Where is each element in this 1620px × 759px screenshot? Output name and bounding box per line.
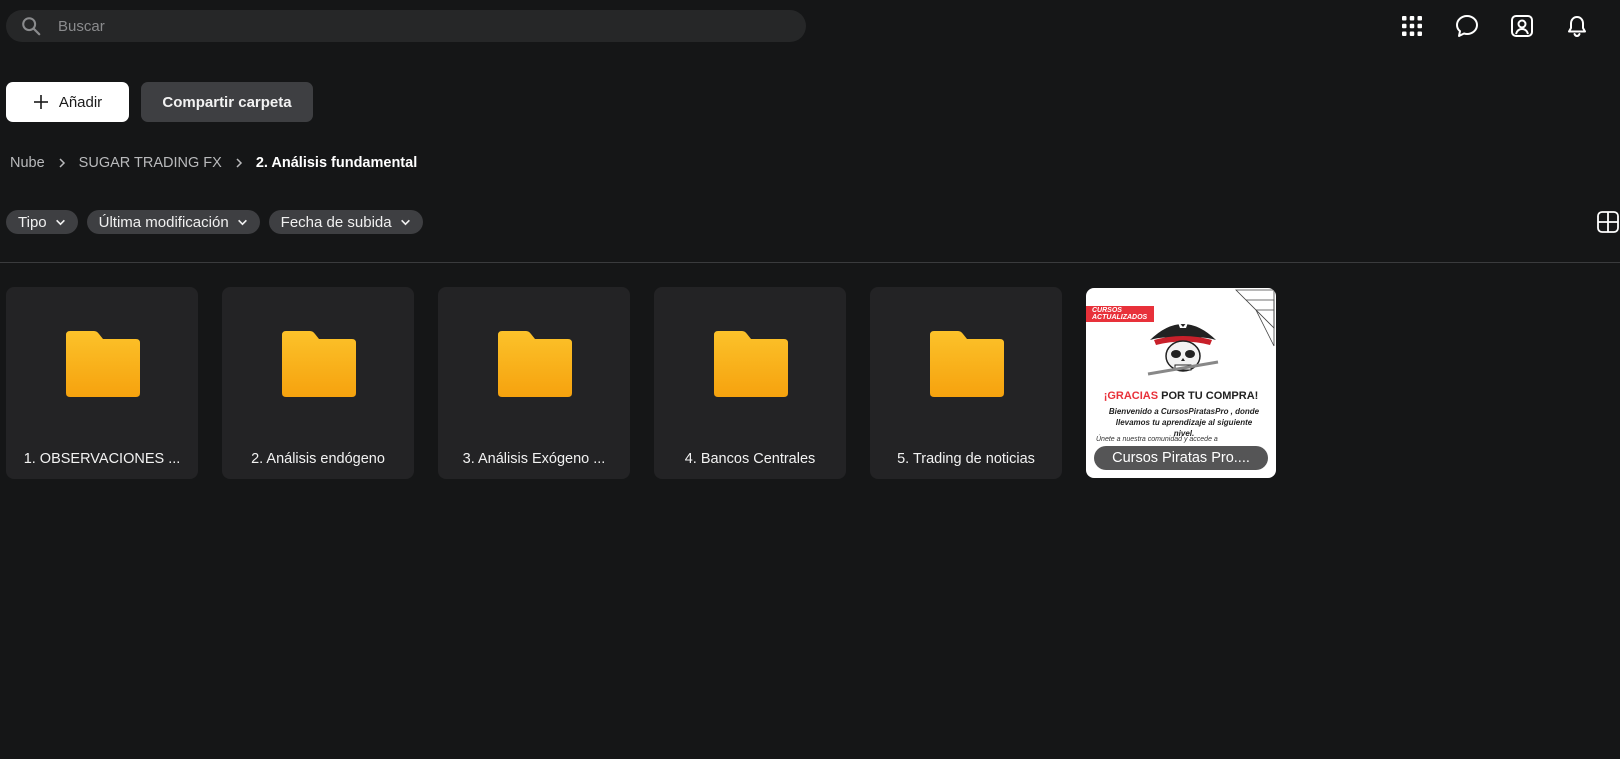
chevron-down-icon (55, 219, 65, 225)
folder-icon (282, 331, 356, 397)
chevron-right-icon (234, 158, 244, 168)
file-grid: 1. OBSERVACIONES ... 2. Análisis endógen… (6, 287, 1276, 479)
account-icon[interactable] (1509, 13, 1535, 39)
folder-card[interactable]: 5. Trading de noticias (870, 287, 1062, 479)
add-button[interactable]: Añadir (6, 82, 129, 122)
folder-icon (714, 331, 788, 397)
divider (0, 262, 1620, 263)
filter-bar: Tipo Última modificación Fecha de subida (6, 210, 423, 234)
thanks-red: ¡GRACIAS (1103, 390, 1159, 402)
folder-icon (498, 331, 572, 397)
chevron-down-icon (400, 219, 410, 225)
filter-type-label: Tipo (18, 213, 47, 231)
filter-type[interactable]: Tipo (6, 210, 78, 234)
bell-icon[interactable] (1564, 13, 1590, 39)
filter-upload-date[interactable]: Fecha de subida (268, 210, 423, 234)
breadcrumb-item-sugar-trading[interactable]: SUGAR TRADING FX (79, 155, 222, 171)
search-input[interactable] (58, 17, 758, 35)
breadcrumb-item-nube[interactable]: Nube (10, 155, 45, 171)
folder-name: 2. Análisis endógeno (251, 451, 385, 467)
pirate-skull-icon (1147, 320, 1219, 376)
search-bar[interactable] (6, 10, 806, 42)
search-icon (22, 17, 41, 36)
folder-card[interactable]: 1. OBSERVACIONES ... (6, 287, 198, 479)
folder-name: 3. Análisis Exógeno ... (462, 451, 606, 467)
chat-icon[interactable] (1454, 13, 1480, 39)
chevron-right-icon (57, 158, 67, 168)
thanks-heading: ¡GRACIAS POR TU COMPRA! (1086, 390, 1276, 402)
folder-icon (66, 331, 140, 397)
filter-upload-date-label: Fecha de subida (280, 213, 392, 231)
image-file-card[interactable]: CURSOS ACTUALIZADOS ¡GRACIAS POR TU COMP… (1086, 288, 1276, 478)
welcome-text: Bienvenido a CursosPiratasPro , donde ll… (1108, 407, 1260, 438)
triangle-decoration (1235, 289, 1275, 347)
folder-name: 1. OBSERVACIONES ... (23, 451, 181, 467)
folder-card[interactable]: 4. Bancos Centrales (654, 287, 846, 479)
add-button-label: Añadir (58, 93, 103, 111)
image-file-name: Cursos Piratas Pro.... (1094, 446, 1268, 470)
thanks-rest: POR TU COMPRA! (1158, 390, 1259, 402)
plus-icon (33, 95, 48, 109)
apps-grid-icon[interactable] (1399, 13, 1425, 39)
folder-card[interactable]: 3. Análisis Exógeno ... (438, 287, 630, 479)
filter-last-modified-label: Última modificación (98, 213, 229, 231)
folder-icon (930, 331, 1004, 397)
filter-last-modified[interactable]: Última modificación (86, 210, 260, 234)
breadcrumb-current: 2. Análisis fundamental (255, 155, 418, 171)
share-folder-label: Compartir carpeta (162, 93, 292, 111)
grid-view-icon[interactable] (1597, 211, 1619, 233)
chevron-down-icon (237, 219, 247, 225)
share-folder-button[interactable]: Compartir carpeta (141, 82, 313, 122)
folder-name: 4. Bancos Centrales (684, 451, 816, 467)
top-toolbar (1399, 13, 1590, 39)
folder-card[interactable]: 2. Análisis endógeno (222, 287, 414, 479)
folder-name: 5. Trading de noticias (897, 451, 1035, 467)
join-text: Únete a nuestra comunidad y accede a (1096, 436, 1218, 443)
breadcrumb: Nube SUGAR TRADING FX 2. Análisis fundam… (10, 155, 417, 171)
